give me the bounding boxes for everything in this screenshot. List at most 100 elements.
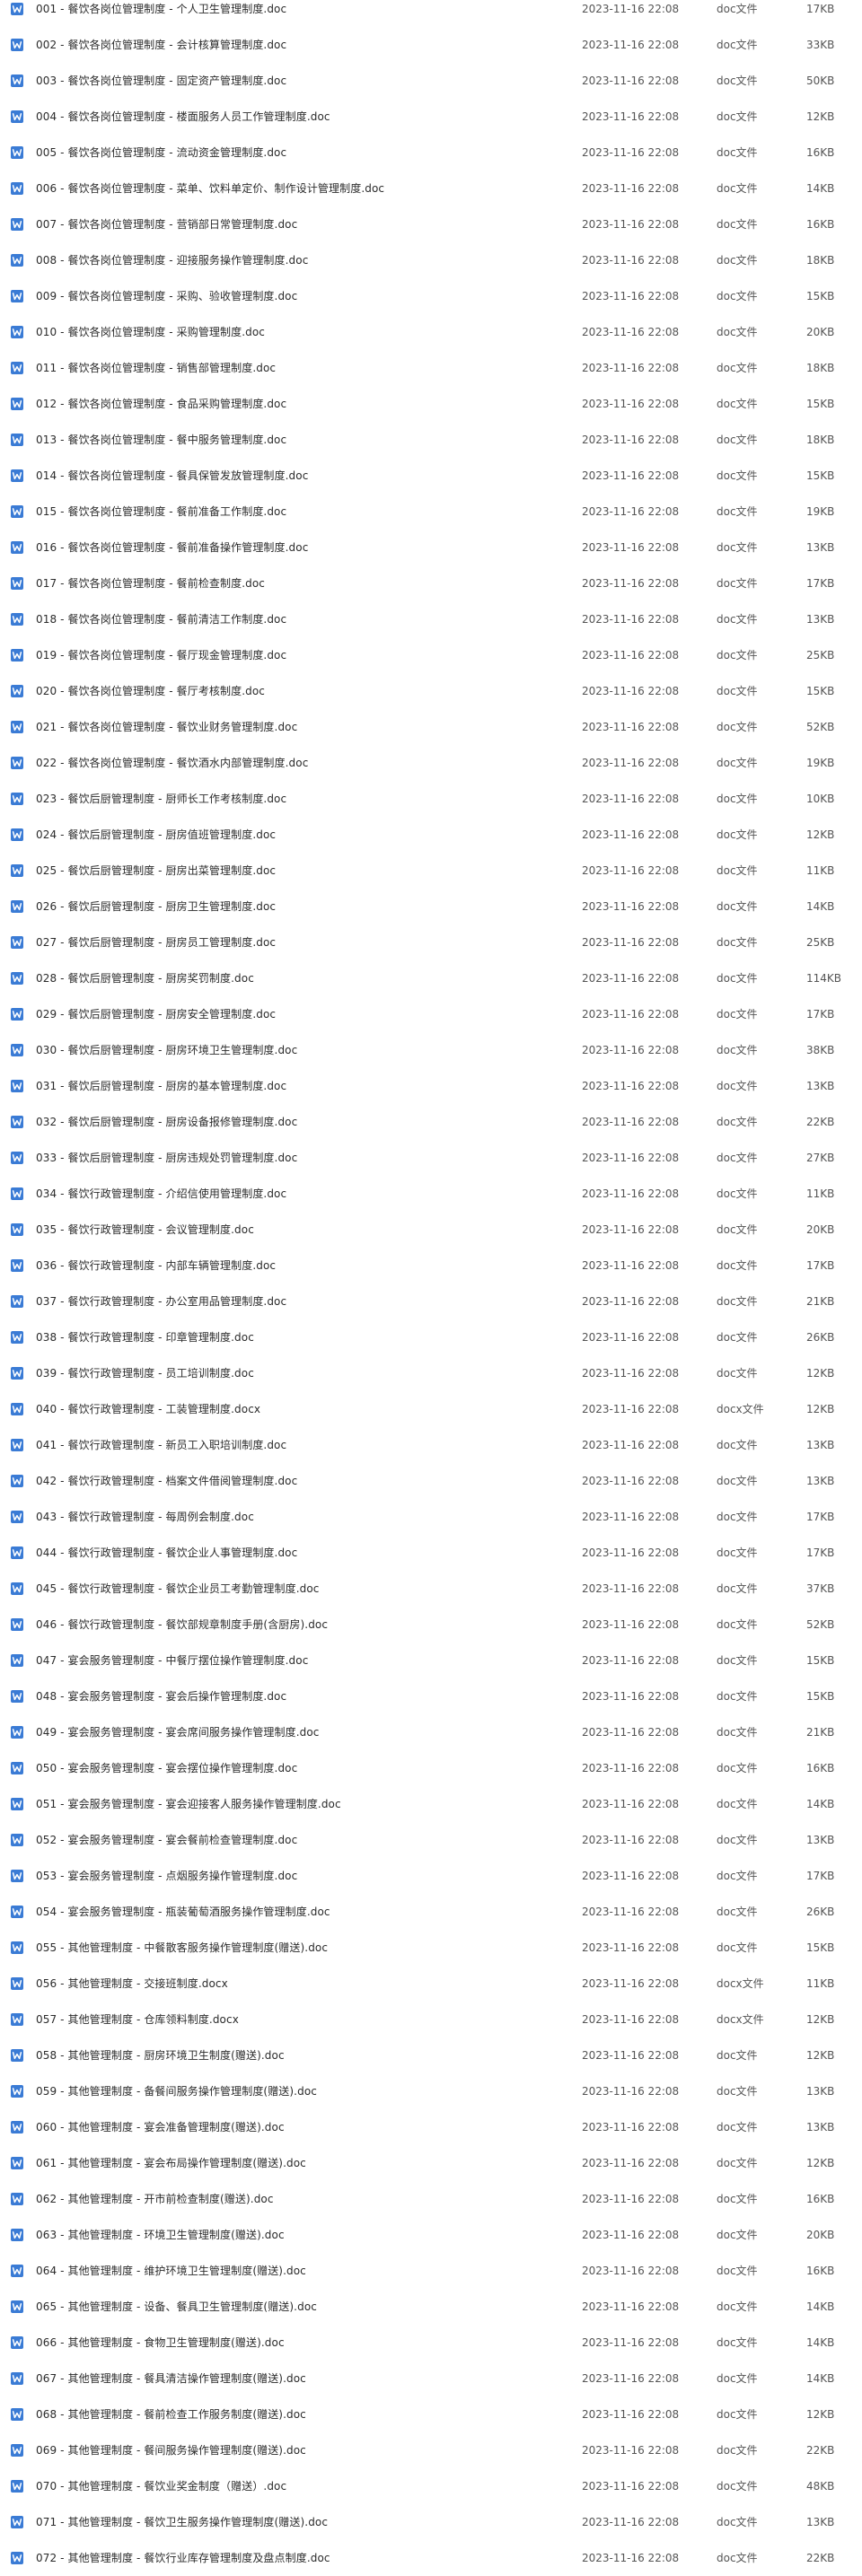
file-row[interactable]: 068 - 其他管理制度 - 餐前检查工作服务制度(赠送).doc 2023-1… [0, 2396, 862, 2432]
file-row[interactable]: 060 - 其他管理制度 - 宴会准备管理制度(赠送).doc 2023-11-… [0, 2109, 862, 2145]
file-row[interactable]: 019 - 餐饮各岗位管理制度 - 餐厅现金管理制度.doc 2023-11-1… [0, 637, 862, 673]
file-type: doc文件 [717, 721, 758, 733]
file-row[interactable]: 010 - 餐饮各岗位管理制度 - 采购管理制度.doc 2023-11-16 … [0, 314, 862, 350]
word-doc-icon [11, 2229, 23, 2241]
file-row[interactable]: 002 - 餐饮各岗位管理制度 - 会计核算管理制度.doc 2023-11-1… [0, 27, 862, 63]
file-row[interactable]: 021 - 餐饮各岗位管理制度 - 餐饮业财务管理制度.doc 2023-11-… [0, 709, 862, 745]
file-row[interactable]: 025 - 餐饮后厨管理制度 - 厨房出菜管理制度.doc 2023-11-16… [0, 853, 862, 889]
file-row[interactable]: 051 - 宴会服务管理制度 - 宴会迎接客人服务操作管理制度.doc 2023… [0, 1786, 862, 1822]
file-row[interactable]: 058 - 其他管理制度 - 厨房环境卫生制度(赠送).doc 2023-11-… [0, 2037, 862, 2073]
file-size: 13KB [806, 1834, 835, 1846]
file-size: 12KB [806, 2013, 835, 2026]
file-row[interactable]: 043 - 餐饮行政管理制度 - 每周例会制度.doc 2023-11-16 2… [0, 1499, 862, 1535]
file-row[interactable]: 054 - 宴会服务管理制度 - 瓶装葡萄酒服务操作管理制度.doc 2023-… [0, 1894, 862, 1930]
file-row[interactable]: 026 - 餐饮后厨管理制度 - 厨房卫生管理制度.doc 2023-11-16… [0, 889, 862, 924]
file-type: doc文件 [717, 1726, 758, 1739]
file-row[interactable]: 005 - 餐饮各岗位管理制度 - 流动资金管理制度.doc 2023-11-1… [0, 135, 862, 171]
file-row[interactable]: 016 - 餐饮各岗位管理制度 - 餐前准备操作管理制度.doc 2023-11… [0, 530, 862, 565]
file-size: 18KB [806, 362, 835, 374]
file-row[interactable]: 049 - 宴会服务管理制度 - 宴会席间服务操作管理制度.doc 2023-1… [0, 1714, 862, 1750]
file-row[interactable]: 033 - 餐饮后厨管理制度 - 厨房违规处罚管理制度.doc 2023-11-… [0, 1140, 862, 1176]
file-row[interactable]: 004 - 餐饮各岗位管理制度 - 楼面服务人员工作管理制度.doc 2023-… [0, 99, 862, 135]
word-doc-icon [11, 1511, 23, 1523]
file-row[interactable]: 003 - 餐饮各岗位管理制度 - 固定资产管理制度.doc 2023-11-1… [0, 63, 862, 99]
file-row[interactable]: 072 - 其他管理制度 - 餐饮行业库存管理制度及盘点制度.doc 2023-… [0, 2540, 862, 2576]
file-row[interactable]: 065 - 其他管理制度 - 设备、餐具卫生管理制度(赠送).doc 2023-… [0, 2289, 862, 2325]
file-row[interactable]: 050 - 宴会服务管理制度 - 宴会摆位操作管理制度.doc 2023-11-… [0, 1750, 862, 1786]
file-row[interactable]: 028 - 餐饮后厨管理制度 - 厨房奖罚制度.doc 2023-11-16 2… [0, 960, 862, 996]
file-row[interactable]: 007 - 餐饮各岗位管理制度 - 营销部日常管理制度.doc 2023-11-… [0, 206, 862, 242]
file-name: 062 - 其他管理制度 - 开市前检查制度(赠送).doc [36, 2193, 274, 2205]
file-row[interactable]: 061 - 其他管理制度 - 宴会布局操作管理制度(赠送).doc 2023-1… [0, 2145, 862, 2181]
file-row[interactable]: 023 - 餐饮后厨管理制度 - 厨师长工作考核制度.doc 2023-11-1… [0, 781, 862, 817]
file-row[interactable]: 031 - 餐饮后厨管理制度 - 厨房的基本管理制度.doc 2023-11-1… [0, 1068, 862, 1104]
file-date: 2023-11-16 22:08 [582, 2372, 680, 2385]
file-row[interactable]: 020 - 餐饮各岗位管理制度 - 餐厅考核制度.doc 2023-11-16 … [0, 673, 862, 709]
file-row[interactable]: 038 - 餐饮行政管理制度 - 印章管理制度.doc 2023-11-16 2… [0, 1319, 862, 1355]
file-row[interactable]: 063 - 其他管理制度 - 环境卫生管理制度(赠送).doc 2023-11-… [0, 2217, 862, 2253]
file-row[interactable]: 044 - 餐饮行政管理制度 - 餐饮企业人事管理制度.doc 2023-11-… [0, 1535, 862, 1571]
file-row[interactable]: 006 - 餐饮各岗位管理制度 - 菜单、饮料单定价、制作设计管理制度.doc … [0, 171, 862, 206]
file-type: doc文件 [717, 900, 758, 913]
file-row[interactable]: 035 - 餐饮行政管理制度 - 会议管理制度.doc 2023-11-16 2… [0, 1212, 862, 1248]
file-row[interactable]: 045 - 餐饮行政管理制度 - 餐饮企业员工考勤管理制度.doc 2023-1… [0, 1571, 862, 1607]
file-row[interactable]: 027 - 餐饮后厨管理制度 - 厨房员工管理制度.doc 2023-11-16… [0, 924, 862, 960]
file-type: doc文件 [717, 2157, 758, 2169]
file-row[interactable]: 009 - 餐饮各岗位管理制度 - 采购、验收管理制度.doc 2023-11-… [0, 278, 862, 314]
file-row[interactable]: 052 - 宴会服务管理制度 - 宴会餐前检查管理制度.doc 2023-11-… [0, 1822, 862, 1858]
file-row[interactable]: 015 - 餐饮各岗位管理制度 - 餐前准备工作制度.doc 2023-11-1… [0, 494, 862, 530]
file-row[interactable]: 001 - 餐饮各岗位管理制度 - 个人卫生管理制度.doc 2023-11-1… [0, 0, 862, 27]
file-row[interactable]: 037 - 餐饮行政管理制度 - 办公室用品管理制度.doc 2023-11-1… [0, 1284, 862, 1319]
file-type: doc文件 [717, 505, 758, 518]
file-row[interactable]: 030 - 餐饮后厨管理制度 - 厨房环境卫生管理制度.doc 2023-11-… [0, 1032, 862, 1068]
file-row[interactable]: 046 - 餐饮行政管理制度 - 餐饮部规章制度手册(含厨房).doc 2023… [0, 1607, 862, 1643]
file-row[interactable]: 008 - 餐饮各岗位管理制度 - 迎接服务操作管理制度.doc 2023-11… [0, 242, 862, 278]
file-date: 2023-11-16 22:08 [582, 254, 680, 267]
file-row[interactable]: 022 - 餐饮各岗位管理制度 - 餐饮酒水内部管理制度.doc 2023-11… [0, 745, 862, 781]
file-row[interactable]: 012 - 餐饮各岗位管理制度 - 食品采购管理制度.doc 2023-11-1… [0, 386, 862, 422]
file-row[interactable]: 017 - 餐饮各岗位管理制度 - 餐前检查制度.doc 2023-11-16 … [0, 565, 862, 601]
file-row[interactable]: 067 - 其他管理制度 - 餐具清洁操作管理制度(赠送).doc 2023-1… [0, 2361, 862, 2396]
file-row[interactable]: 014 - 餐饮各岗位管理制度 - 餐具保管发放管理制度.doc 2023-11… [0, 458, 862, 494]
file-name: 028 - 餐饮后厨管理制度 - 厨房奖罚制度.doc [36, 972, 254, 985]
file-row[interactable]: 039 - 餐饮行政管理制度 - 员工培训制度.doc 2023-11-16 2… [0, 1355, 862, 1391]
word-doc-icon [11, 1008, 23, 1021]
file-type: doc文件 [717, 1295, 758, 1308]
file-row[interactable]: 024 - 餐饮后厨管理制度 - 厨房值班管理制度.doc 2023-11-16… [0, 817, 862, 853]
file-row[interactable]: 034 - 餐饮行政管理制度 - 介绍信使用管理制度.doc 2023-11-1… [0, 1176, 862, 1212]
file-row[interactable]: 029 - 餐饮后厨管理制度 - 厨房安全管理制度.doc 2023-11-16… [0, 996, 862, 1032]
file-row[interactable]: 069 - 其他管理制度 - 餐间服务操作管理制度(赠送).doc 2023-1… [0, 2432, 862, 2468]
file-row[interactable]: 013 - 餐饮各岗位管理制度 - 餐中服务管理制度.doc 2023-11-1… [0, 422, 862, 458]
file-row[interactable]: 042 - 餐饮行政管理制度 - 档案文件借阅管理制度.doc 2023-11-… [0, 1463, 862, 1499]
file-type: doc文件 [717, 828, 758, 841]
file-row[interactable]: 057 - 其他管理制度 - 仓库领料制度.docx 2023-11-16 22… [0, 2002, 862, 2037]
file-size: 14KB [806, 182, 835, 195]
file-row[interactable]: 056 - 其他管理制度 - 交接班制度.docx 2023-11-16 22:… [0, 1966, 862, 2002]
file-row[interactable]: 047 - 宴会服务管理制度 - 中餐厅摆位操作管理制度.doc 2023-11… [0, 1643, 862, 1678]
file-row[interactable]: 040 - 餐饮行政管理制度 - 工装管理制度.docx 2023-11-16 … [0, 1391, 862, 1427]
file-row[interactable]: 011 - 餐饮各岗位管理制度 - 销售部管理制度.doc 2023-11-16… [0, 350, 862, 386]
file-name: 017 - 餐饮各岗位管理制度 - 餐前检查制度.doc [36, 577, 265, 590]
file-row[interactable]: 055 - 其他管理制度 - 中餐散客服务操作管理制度(赠送).doc 2023… [0, 1930, 862, 1966]
word-doc-icon [11, 1546, 23, 1559]
file-name: 068 - 其他管理制度 - 餐前检查工作服务制度(赠送).doc [36, 2408, 306, 2421]
file-row[interactable]: 064 - 其他管理制度 - 维护环境卫生管理制度(赠送).doc 2023-1… [0, 2253, 862, 2289]
file-row[interactable]: 048 - 宴会服务管理制度 - 宴会后操作管理制度.doc 2023-11-1… [0, 1678, 862, 1714]
file-row[interactable]: 066 - 其他管理制度 - 食物卫生管理制度(赠送).doc 2023-11-… [0, 2325, 862, 2361]
word-doc-icon [11, 3, 23, 15]
file-row[interactable]: 071 - 其他管理制度 - 餐饮卫生服务操作管理制度(赠送).doc 2023… [0, 2504, 862, 2540]
file-row[interactable]: 070 - 其他管理制度 - 餐饮业奖金制度（赠送）.doc 2023-11-1… [0, 2468, 862, 2504]
file-row[interactable]: 041 - 餐饮行政管理制度 - 新员工入职培训制度.doc 2023-11-1… [0, 1427, 862, 1463]
file-row[interactable]: 018 - 餐饮各岗位管理制度 - 餐前清洁工作制度.doc 2023-11-1… [0, 601, 862, 637]
file-name: 049 - 宴会服务管理制度 - 宴会席间服务操作管理制度.doc [36, 1726, 320, 1739]
file-date: 2023-11-16 22:08 [582, 1511, 680, 1523]
file-row[interactable]: 053 - 宴会服务管理制度 - 点烟服务操作管理制度.doc 2023-11-… [0, 1858, 862, 1894]
file-row[interactable]: 059 - 其他管理制度 - 备餐间服务操作管理制度(赠送).doc 2023-… [0, 2073, 862, 2109]
file-size: 16KB [806, 2193, 835, 2205]
file-row[interactable]: 036 - 餐饮行政管理制度 - 内部车辆管理制度.doc 2023-11-16… [0, 1248, 862, 1284]
file-type: doc文件 [717, 182, 758, 195]
file-row[interactable]: 062 - 其他管理制度 - 开市前检查制度(赠送).doc 2023-11-1… [0, 2181, 862, 2217]
file-name: 040 - 餐饮行政管理制度 - 工装管理制度.docx [36, 1403, 261, 1415]
file-type: doc文件 [717, 2229, 758, 2241]
file-row[interactable]: 032 - 餐饮后厨管理制度 - 厨房设备报修管理制度.doc 2023-11-… [0, 1104, 862, 1140]
